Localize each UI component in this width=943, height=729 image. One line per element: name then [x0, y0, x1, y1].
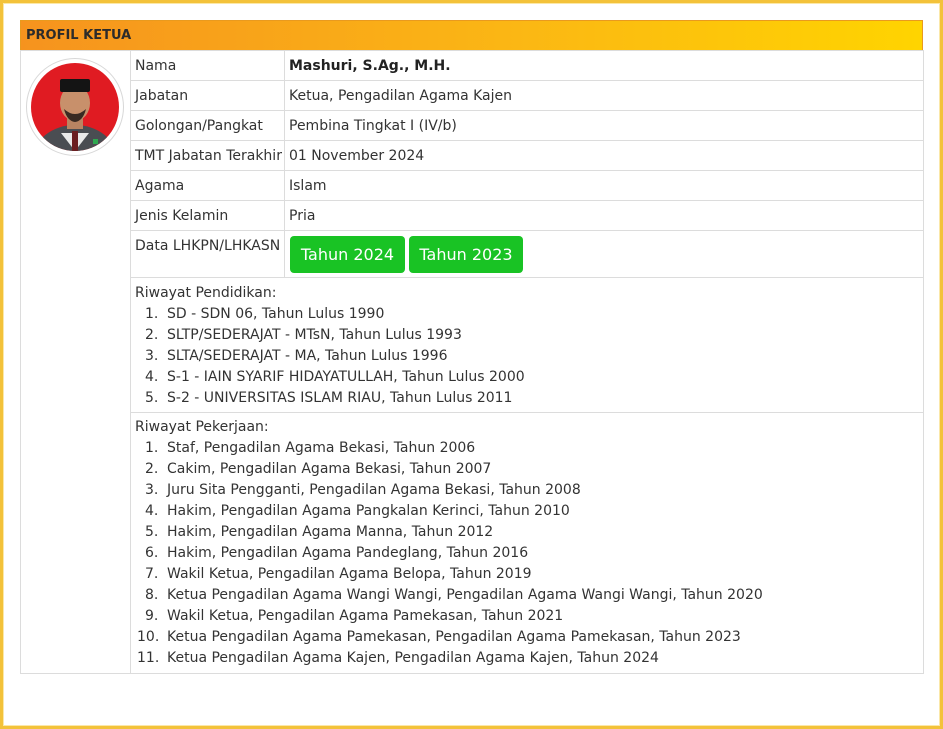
label-agama: Agama — [135, 178, 185, 194]
lhkpn-2023-button[interactable]: Tahun 2023 — [409, 236, 523, 273]
label-jabatan: Jabatan — [135, 88, 189, 104]
row-agama: Agama Islam — [131, 171, 924, 201]
profile-photo — [31, 63, 119, 151]
value-agama: Islam — [289, 178, 327, 194]
label-lhkpn: Data LHKPN/LHKASN — [135, 238, 281, 254]
avatar-frame — [26, 58, 124, 156]
avatar — [31, 63, 119, 151]
profile-card: Nama Mashuri, S.Ag., M.H. Jabatan Ketua,… — [20, 50, 924, 674]
label-jenis-kelamin: Jenis Kelamin — [135, 208, 229, 224]
photo-column — [21, 51, 131, 673]
lhkpn-2024-button[interactable]: Tahun 2024 — [290, 236, 405, 273]
value-jenis-kelamin: Pria — [289, 208, 316, 224]
value-golongan: Pembina Tingkat I (IV/b) — [289, 118, 457, 134]
section-title: PROFIL KETUA — [26, 28, 132, 43]
label-nama: Nama — [135, 58, 177, 74]
row-nama: Nama Mashuri, S.Ag., M.H. — [131, 51, 924, 81]
row-tmt: TMT Jabatan Terakhir 01 November 2024 — [131, 141, 924, 171]
row-golongan: Golongan/Pangkat Pembina Tingkat I (IV/b… — [131, 111, 924, 141]
value-nama: Mashuri, S.Ag., M.H. — [289, 58, 451, 74]
label-golongan: Golongan/Pangkat — [135, 118, 263, 134]
value-jabatan: Ketua, Pengadilan Agama Kajen — [289, 88, 513, 104]
pendidikan-title: Riwayat Pendidikan: — [135, 285, 277, 301]
pekerjaan-section: Riwayat Pekerjaan: 1. Staf, Pengadilan Ag… — [135, 419, 763, 666]
pekerjaan-title: Riwayat Pekerjaan: — [135, 419, 269, 435]
label-tmt: TMT Jabatan Terakhir — [135, 148, 282, 164]
section-header: PROFIL KETUA — [20, 20, 923, 51]
row-jenis-kelamin: Jenis Kelamin Pria — [131, 201, 924, 231]
pendidikan-section: Riwayat Pendidikan: 1. SD - SDN 06, Tahun… — [131, 278, 924, 413]
row-jabatan: Jabatan Ketua, Pengadilan Agama Kajen — [131, 81, 924, 111]
value-tmt: 01 November 2024 — [289, 148, 425, 164]
row-lhkpn: Data LHKPN/LHKASN Tahun 2024 Tahun 2023 — [131, 231, 924, 278]
